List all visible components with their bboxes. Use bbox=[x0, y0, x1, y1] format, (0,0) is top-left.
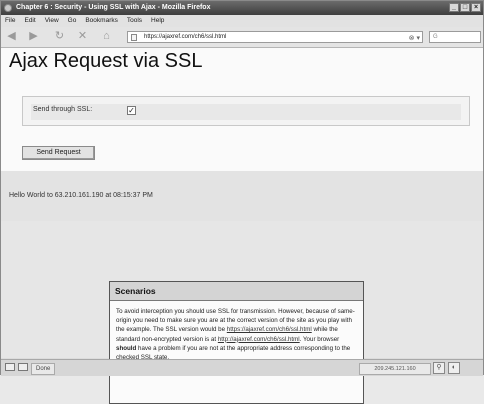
security-lock-icon[interactable]: ⚲ bbox=[433, 362, 445, 374]
status-bar: Done 209.245.121.160 ⚲ ◐ bbox=[1, 359, 483, 376]
browser-window: Chapter 6 : Security - Using SSL with Aj… bbox=[0, 0, 484, 404]
menu-view[interactable]: View bbox=[45, 15, 59, 27]
maximize-button[interactable]: □ bbox=[460, 3, 470, 12]
status-ip: 209.245.121.160 bbox=[359, 363, 431, 375]
send-request-button[interactable]: Send Request bbox=[22, 146, 95, 160]
scenarios-heading: Scenarios bbox=[110, 282, 363, 301]
addon-icon[interactable]: ◐ bbox=[448, 362, 460, 374]
url-text[interactable]: https://ajaxref.com/ch6/ssl.html bbox=[144, 34, 226, 40]
minimize-button[interactable]: _ bbox=[449, 3, 459, 12]
page-content: Ajax Request via SSL Send through SSL: ✓… bbox=[1, 48, 483, 404]
ssl-link[interactable]: https://ajaxref.com/ch6/ssl.html bbox=[227, 326, 312, 333]
page-icon bbox=[131, 34, 137, 41]
reload-icon[interactable]: ↻ bbox=[53, 30, 66, 43]
menu-go[interactable]: Go bbox=[68, 15, 77, 27]
dropdown-icon[interactable]: ⊗ ▾ bbox=[409, 33, 420, 44]
menu-edit[interactable]: Edit bbox=[24, 15, 35, 27]
close-button[interactable]: × bbox=[471, 3, 481, 12]
title-bar: Chapter 6 : Security - Using SSL with Aj… bbox=[1, 1, 483, 15]
url-bar[interactable]: https://ajaxref.com/ch6/ssl.html ⊗ ▾ bbox=[127, 31, 423, 43]
menu-help[interactable]: Help bbox=[151, 15, 164, 27]
firefox-icon bbox=[4, 4, 12, 12]
form-row bbox=[31, 104, 461, 120]
menu-bookmarks[interactable]: Bookmarks bbox=[85, 15, 118, 27]
ssl-checkbox[interactable]: ✓ bbox=[127, 106, 136, 115]
scenarios-text-3: . Your browser bbox=[299, 335, 340, 343]
plain-link[interactable]: http://ajaxref.com/ch6/ssl.html bbox=[218, 336, 300, 343]
home-icon[interactable]: ⌂ bbox=[100, 30, 113, 43]
stop-icon[interactable]: ✕ bbox=[76, 30, 89, 43]
search-engine-icon: G bbox=[433, 34, 438, 40]
window-title: Chapter 6 : Security - Using SSL with Aj… bbox=[16, 4, 211, 11]
status-window-icon[interactable] bbox=[18, 363, 28, 371]
navigation-toolbar: ◀ ▶ ↻ ✕ ⌂ https://ajaxref.com/ch6/ssl.ht… bbox=[1, 27, 483, 48]
menu-file[interactable]: File bbox=[5, 15, 15, 27]
status-text: Done bbox=[31, 363, 56, 375]
menu-tools[interactable]: Tools bbox=[127, 15, 142, 27]
menu-bar: File Edit View Go Bookmarks Tools Help bbox=[1, 15, 483, 27]
scenarios-box: Scenarios To avoid interception you shou… bbox=[109, 281, 364, 404]
back-icon[interactable]: ◀ bbox=[5, 30, 18, 43]
page-title: Ajax Request via SSL bbox=[9, 50, 203, 72]
ssl-form: Send through SSL: ✓ bbox=[22, 96, 470, 126]
forward-icon[interactable]: ▶ bbox=[27, 30, 40, 43]
response-text: Hello World to 63.210.161.190 at 08:15:3… bbox=[9, 192, 153, 199]
search-box[interactable]: G bbox=[429, 31, 481, 43]
scenarios-strong: should bbox=[116, 344, 137, 352]
status-monitor-icon[interactable] bbox=[5, 363, 15, 371]
ssl-label: Send through SSL: bbox=[33, 106, 93, 113]
